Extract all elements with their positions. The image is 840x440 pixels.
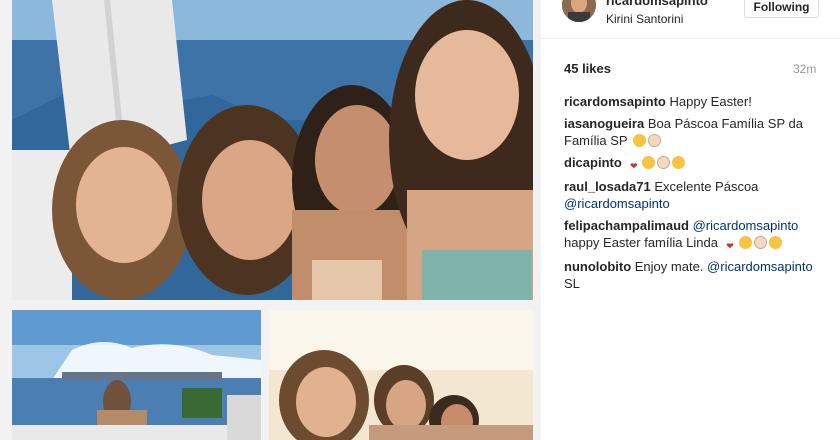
comment-text: happy Easter família Linda: [564, 235, 718, 250]
comment: nunolobito Enjoy mate. @ricardomsapinto …: [564, 258, 829, 292]
emoji-hands-icon: [657, 156, 671, 169]
comment-mention[interactable]: @ricardomsapinto: [707, 259, 813, 274]
comment-username[interactable]: nunolobito: [564, 259, 631, 274]
comment: ricardomsapinto Happy Easter!: [564, 93, 829, 110]
emoji-face-icon: [768, 236, 782, 249]
emoji-face-icon: [632, 134, 646, 147]
sunlit-selfie-photo[interactable]: [269, 310, 533, 440]
comment-username[interactable]: ricardomsapinto: [564, 94, 666, 109]
comment: dicapinto ❤: [564, 154, 829, 173]
following-button[interactable]: Following: [744, 0, 819, 18]
comment-list: ricardomsapinto Happy Easter! iasanoguei…: [564, 93, 829, 297]
comment-username[interactable]: raul_losada71: [564, 179, 651, 194]
emoji-face-icon: [738, 236, 752, 249]
post-header: ricardomsapinto Kirini Santorini Followi…: [541, 0, 840, 39]
emoji-hands-icon: [753, 236, 767, 249]
likes-count[interactable]: 45 likes: [564, 61, 611, 76]
comment-username[interactable]: iasanogueira: [564, 116, 644, 131]
comment-text: Enjoy mate.: [634, 259, 704, 274]
emoji-face-icon: [672, 156, 686, 169]
comment: felipachampalimaud @ricardomsapinto happ…: [564, 217, 829, 253]
post-location[interactable]: Kirini Santorini: [606, 12, 683, 26]
comment-username[interactable]: felipachampalimaud: [564, 218, 689, 233]
main-selfie-photo[interactable]: [12, 0, 533, 300]
emoji-hands-icon: [647, 134, 661, 147]
comment-mention[interactable]: @ricardomsapinto: [693, 218, 799, 233]
emoji-heart-icon: ❤: [630, 161, 638, 171]
post-username[interactable]: ricardomsapinto: [606, 0, 708, 8]
emoji-face-icon: [642, 156, 656, 169]
post-info-panel: ricardomsapinto Kirini Santorini Followi…: [541, 0, 840, 440]
post-time: 32m: [793, 62, 817, 76]
comment-text-after: SL: [564, 276, 580, 291]
avatar[interactable]: [562, 0, 596, 22]
comment: iasanogueira Boa Páscoa Família SP da Fa…: [564, 115, 829, 149]
emoji-heart-icon: ❤: [726, 241, 734, 251]
comment-text: Excelente Páscoa: [654, 179, 759, 194]
comment-mention[interactable]: @ricardomsapinto: [564, 196, 670, 211]
comment-text: Happy Easter!: [669, 94, 752, 109]
comment-username[interactable]: dicapinto: [564, 155, 622, 170]
sea-view-photo[interactable]: [12, 310, 261, 440]
comment: raul_losada71 Excelente Páscoa @ricardom…: [564, 178, 829, 212]
